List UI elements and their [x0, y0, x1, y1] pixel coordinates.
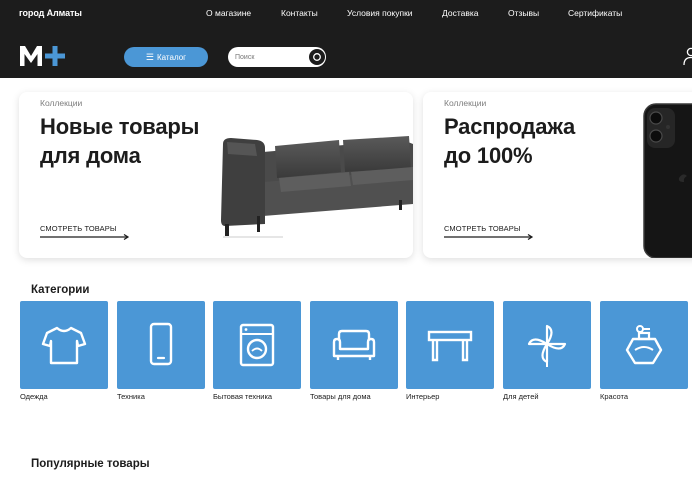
category-label: Красота	[600, 392, 629, 401]
pinwheel-icon	[527, 324, 567, 367]
smartphone-icon	[149, 322, 173, 366]
category-label: Товары для дома	[310, 392, 371, 401]
category-electronics[interactable]: Техника	[117, 301, 205, 401]
category-beauty[interactable]: Красота	[600, 301, 688, 401]
category-tile[interactable]	[406, 301, 494, 389]
perfume-icon	[625, 325, 663, 365]
category-clothing[interactable]: Одежда	[20, 301, 108, 401]
category-label: Для детей	[503, 392, 539, 401]
category-home-goods[interactable]: Товары для дома	[310, 301, 398, 401]
tshirt-icon	[41, 326, 87, 365]
banner-kicker: Коллекции	[40, 98, 83, 108]
category-tile[interactable]	[117, 301, 205, 389]
popular-heading: Популярные товары	[31, 458, 150, 470]
promo-banner-new-home[interactable]: Коллекции Новые товары для дома СМОТРЕТЬ…	[19, 92, 413, 258]
category-tile[interactable]	[600, 301, 688, 389]
category-label: Техника	[117, 392, 145, 401]
banner-title-line1: Распродажа	[444, 114, 576, 139]
smartphone-image	[643, 103, 692, 258]
nav-link-about[interactable]: О магазине	[206, 8, 251, 18]
arrow-right-icon	[444, 234, 534, 240]
category-tile[interactable]	[20, 301, 108, 389]
catalog-button[interactable]: ☰ Каталог	[124, 47, 208, 67]
banner-title: Новые товары для дома	[40, 112, 199, 170]
arrow-right-icon	[40, 234, 130, 240]
menu-icon: ☰	[145, 51, 154, 62]
nav-link-terms[interactable]: Условия покупки	[347, 8, 413, 18]
site-header: город Алматы О магазине Контакты Условия…	[0, 0, 692, 78]
nav-link-reviews[interactable]: Отзывы	[508, 8, 539, 18]
banner-title-line1: Новые товары	[40, 114, 200, 139]
search-input[interactable]	[235, 50, 307, 64]
category-appliances[interactable]: Бытовая техника	[213, 301, 301, 401]
user-icon[interactable]	[683, 46, 692, 66]
nav-link-delivery[interactable]: Доставка	[442, 8, 479, 18]
banner-title-line2: для дома	[40, 143, 141, 168]
banner-kicker: Коллекции	[444, 98, 487, 108]
search-icon	[313, 53, 321, 61]
table-icon	[427, 330, 473, 362]
category-label: Бытовая техника	[213, 392, 273, 401]
nav-link-contacts[interactable]: Контакты	[281, 8, 318, 18]
search-button[interactable]	[309, 49, 325, 65]
category-kids[interactable]: Для детей	[503, 301, 591, 401]
search-box	[228, 47, 326, 67]
category-list: Одежда Техника Бытовая техника Товары дл…	[0, 301, 692, 411]
category-tile[interactable]	[503, 301, 591, 389]
promo-banner-sale[interactable]: Коллекции Распродажа до 100% СМОТРЕТЬ ТО…	[423, 92, 692, 258]
washing-machine-icon	[239, 323, 275, 367]
category-label: Интерьер	[406, 392, 440, 401]
banner-link[interactable]: СМОТРЕТЬ ТОВАРЫ	[444, 224, 521, 233]
category-label: Одежда	[20, 392, 48, 401]
banner-title-line2: до 100%	[444, 143, 533, 168]
banner-title: Распродажа до 100%	[444, 112, 575, 170]
category-tile[interactable]	[310, 301, 398, 389]
catalog-label: Каталог	[156, 52, 187, 62]
top-nav: О магазине Контакты Условия покупки Дост…	[0, 8, 692, 20]
sofa-icon	[332, 329, 376, 360]
sofa-image	[221, 136, 413, 238]
site-logo[interactable]	[19, 44, 67, 68]
category-interior[interactable]: Интерьер	[406, 301, 494, 401]
banner-link[interactable]: СМОТРЕТЬ ТОВАРЫ	[40, 224, 117, 233]
categories-heading: Категории	[31, 284, 90, 296]
nav-link-certificates[interactable]: Сертификаты	[568, 8, 622, 18]
category-tile[interactable]	[213, 301, 301, 389]
